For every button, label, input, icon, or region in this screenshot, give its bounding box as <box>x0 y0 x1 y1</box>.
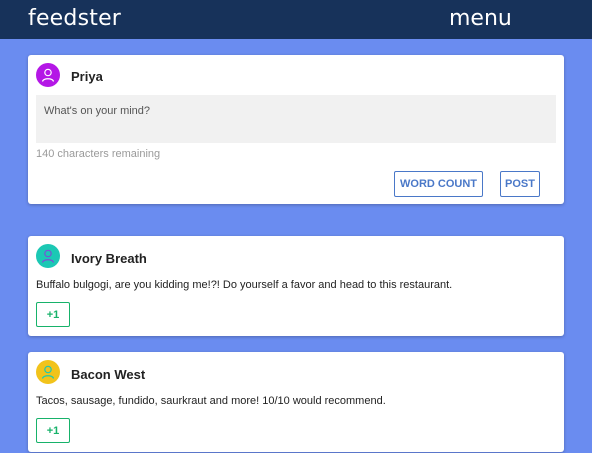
characters-remaining: 140 characters remaining <box>36 148 161 160</box>
post-username: Bacon West <box>71 367 146 382</box>
plus-one-button[interactable]: +1 <box>36 302 70 327</box>
word-count-button[interactable]: WORD COUNT <box>394 171 483 197</box>
avatar <box>36 244 60 268</box>
avatar <box>36 63 60 87</box>
post-text: Buffalo bulgogi, are you kidding me!?! D… <box>36 279 453 291</box>
user-icon <box>41 249 55 263</box>
plus-one-button[interactable]: +1 <box>36 418 70 443</box>
feed-post: Ivory Breath Buffalo bulgogi, are you ki… <box>28 236 564 336</box>
top-nav-bar: feedster menu <box>0 0 592 39</box>
post-button[interactable]: POST <box>500 171 540 197</box>
brand-logo[interactable]: feedster <box>28 6 121 31</box>
avatar <box>36 360 60 384</box>
post-input[interactable] <box>36 95 556 143</box>
user-icon <box>41 365 55 379</box>
user-icon <box>41 68 55 82</box>
post-text: Tacos, sausage, fundido, saurkraut and m… <box>36 395 386 407</box>
menu-button[interactable]: menu <box>449 6 512 31</box>
composer-username: Priya <box>71 69 103 84</box>
composer-card: Priya 140 characters remaining WORD COUN… <box>28 55 564 204</box>
feed-post: Bacon West Tacos, sausage, fundido, saur… <box>28 352 564 452</box>
post-username: Ivory Breath <box>71 251 147 266</box>
